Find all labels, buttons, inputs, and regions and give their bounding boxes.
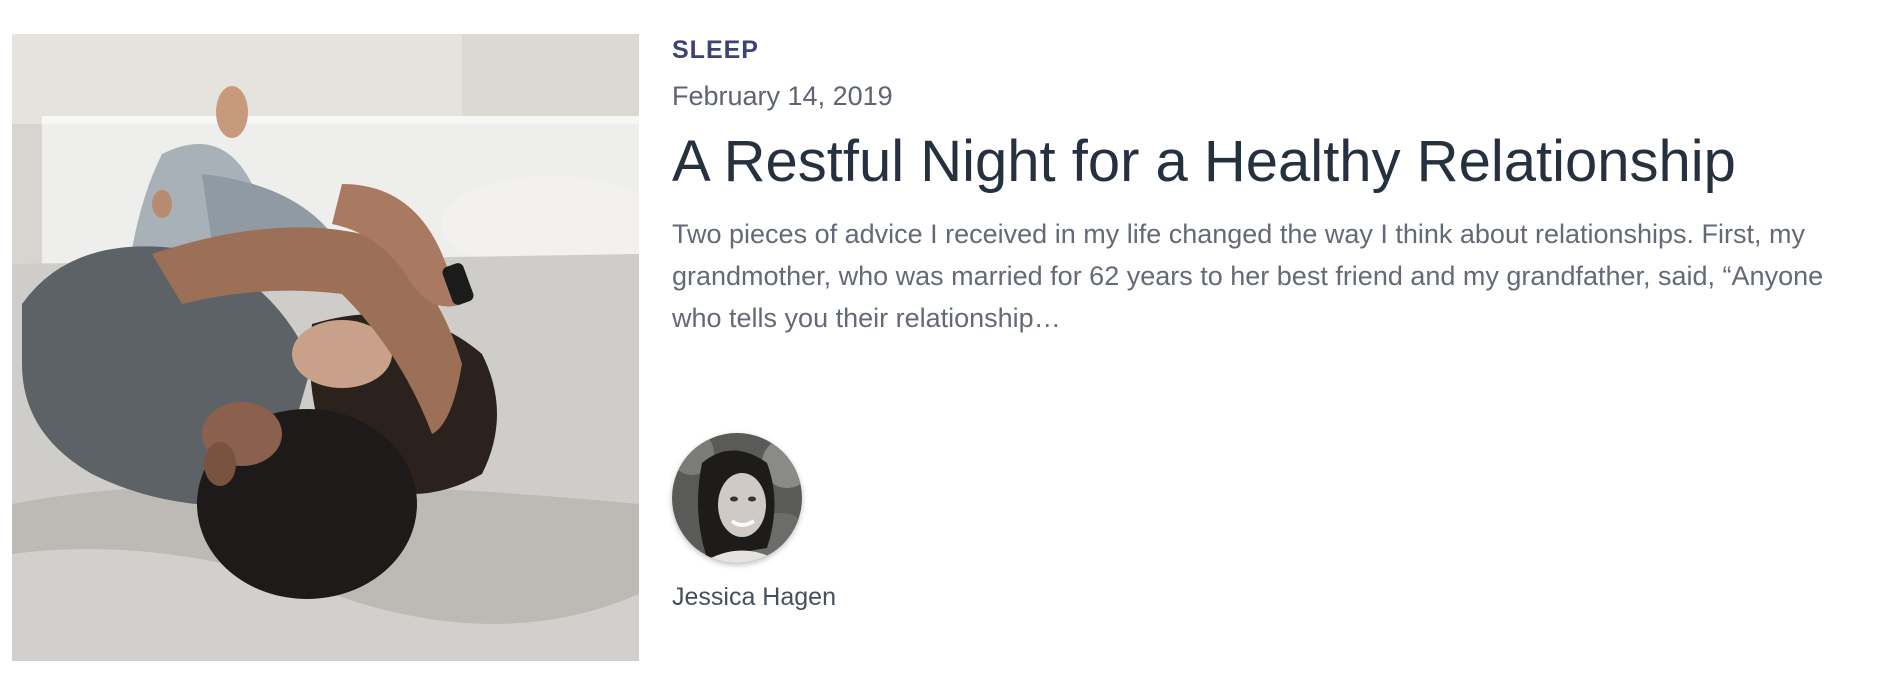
publish-date: February 14, 2019: [672, 81, 893, 111]
couple-in-bed-photo: [12, 34, 639, 661]
article-title[interactable]: A Restful Night for a Healthy Relationsh…: [672, 131, 1872, 193]
author-name[interactable]: Jessica Hagen: [672, 583, 836, 612]
article-card: SLEEP February 14, 2019 A Restful Night …: [0, 0, 1904, 678]
author-avatar[interactable]: [672, 433, 802, 563]
author-avatar-photo: [672, 433, 802, 563]
article-hero-image[interactable]: [12, 34, 639, 661]
category-link[interactable]: SLEEP: [672, 36, 759, 65]
article-content: SLEEP February 14, 2019 A Restful Night …: [672, 34, 1872, 339]
author-block[interactable]: Jessica Hagen: [672, 433, 836, 612]
article-excerpt: Two pieces of advice I received in my li…: [672, 218, 1824, 333]
